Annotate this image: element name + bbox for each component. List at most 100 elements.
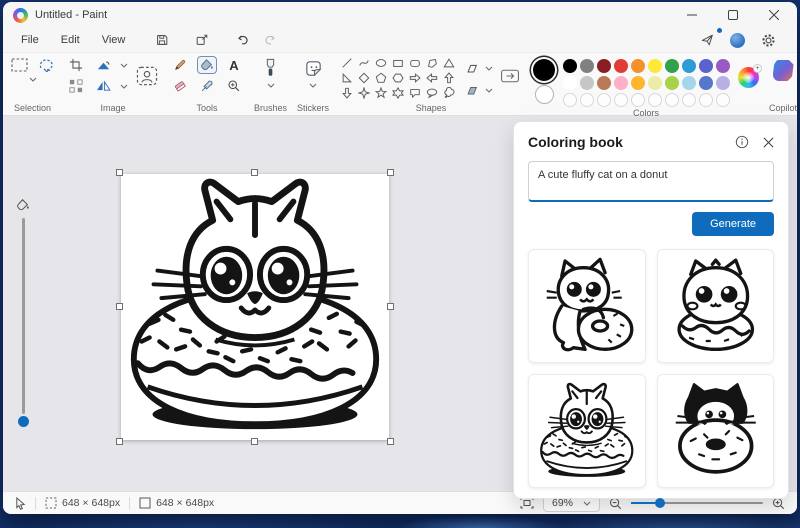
shape-hexagon-icon[interactable] <box>390 71 405 85</box>
color-swatch-empty[interactable] <box>597 93 612 107</box>
save-as-icon[interactable] <box>189 30 215 50</box>
shape-outline-icon[interactable] <box>462 59 482 77</box>
shape-diamond-icon[interactable] <box>356 71 371 85</box>
color-swatch[interactable] <box>665 59 680 73</box>
shape-oval-icon[interactable] <box>373 56 388 70</box>
shape-line-icon[interactable] <box>339 56 354 70</box>
shape-arrow-right-icon[interactable] <box>407 71 422 85</box>
shape-arrow-left-icon[interactable] <box>424 71 439 85</box>
share-icon[interactable] <box>694 28 722 50</box>
selection-handle[interactable] <box>116 438 123 445</box>
slider-handle[interactable] <box>17 416 29 427</box>
eyedropper-tool-icon[interactable] <box>197 77 217 95</box>
color-swatch-empty[interactable] <box>614 93 629 107</box>
shape-fill-chevron[interactable] <box>485 88 493 93</box>
magnifier-tool-icon[interactable] <box>224 77 244 95</box>
color-swatch-empty[interactable] <box>631 93 646 107</box>
color-swatch[interactable] <box>648 76 663 90</box>
color-swatch[interactable] <box>699 59 714 73</box>
color-swatch-empty[interactable] <box>580 93 595 107</box>
flip-icon[interactable] <box>93 77 113 95</box>
color-swatch-empty[interactable] <box>699 93 714 107</box>
shape-star-5-icon[interactable] <box>373 86 388 100</box>
color-swatch-empty[interactable] <box>563 93 578 107</box>
slider-track[interactable] <box>21 218 25 414</box>
zoom-slider-handle[interactable] <box>654 498 665 508</box>
menu-view[interactable]: View <box>92 31 136 49</box>
close-button[interactable] <box>757 4 791 26</box>
undo-icon[interactable] <box>229 30 255 50</box>
color-swatch[interactable] <box>699 76 714 90</box>
stencil-icon[interactable] <box>497 64 523 88</box>
text-tool-icon[interactable]: A <box>224 56 244 74</box>
thumbnail-black-cat-behind-donut[interactable] <box>656 374 774 488</box>
rotate-dropdown-chevron[interactable] <box>120 63 128 68</box>
flip-dropdown-chevron[interactable] <box>120 84 128 89</box>
menu-edit[interactable]: Edit <box>51 31 90 49</box>
panel-close-icon[interactable] <box>763 137 774 148</box>
generate-button[interactable]: Generate <box>692 212 774 236</box>
selection-handle[interactable] <box>251 438 258 445</box>
color-swatch[interactable] <box>716 59 731 73</box>
color-swatch-empty[interactable] <box>716 93 731 107</box>
eraser-tool-icon[interactable] <box>170 77 190 95</box>
selection-handle[interactable] <box>387 303 394 310</box>
color-swatch-empty[interactable] <box>665 93 680 107</box>
shape-pentagon-icon[interactable] <box>373 71 388 85</box>
canvas[interactable] <box>121 174 389 440</box>
selection-handle[interactable] <box>387 169 394 176</box>
shape-callout-oval-icon[interactable] <box>424 86 439 100</box>
color-swatch[interactable] <box>580 76 595 90</box>
shape-rounded-rectangle-icon[interactable] <box>407 56 422 70</box>
color-swatch[interactable] <box>614 76 629 90</box>
selection-handle[interactable] <box>116 169 123 176</box>
color-swatch[interactable] <box>716 76 731 90</box>
color-swatch[interactable] <box>580 59 595 73</box>
color-swatch[interactable] <box>682 59 697 73</box>
color-swatch[interactable] <box>665 76 680 90</box>
prompt-input[interactable]: A cute fluffy cat on a donut <box>528 161 774 202</box>
color-swatch[interactable] <box>563 76 578 90</box>
shape-star-4-icon[interactable] <box>356 86 371 100</box>
shape-outline-chevron[interactable] <box>485 66 493 71</box>
color-swatch[interactable] <box>648 59 663 73</box>
selection-handle[interactable] <box>251 169 258 176</box>
edit-colors-wheel-icon[interactable]: + <box>738 64 763 88</box>
color2-swatch[interactable] <box>534 85 554 104</box>
settings-gear-icon[interactable] <box>755 30 781 50</box>
save-icon[interactable] <box>149 30 175 50</box>
color-swatch-empty[interactable] <box>682 93 697 107</box>
crop-icon[interactable] <box>66 56 86 74</box>
thumbnail-cat-inside-donut[interactable] <box>528 374 646 488</box>
rotate-icon[interactable] <box>93 56 113 74</box>
color-swatch[interactable] <box>597 76 612 90</box>
color-swatch[interactable] <box>614 59 629 73</box>
color-swatch-empty[interactable] <box>648 93 663 107</box>
stickers-dropdown-chevron[interactable] <box>309 83 317 88</box>
shape-triangle-icon[interactable] <box>441 56 456 70</box>
zoom-slider[interactable] <box>631 498 763 508</box>
stickers-icon[interactable] <box>303 56 323 80</box>
menu-file[interactable]: File <box>11 31 49 49</box>
thumbnail-cat-hugging-donut[interactable] <box>528 249 646 363</box>
selection-handle[interactable] <box>387 438 394 445</box>
account-avatar[interactable] <box>730 32 745 48</box>
brushes-dropdown-chevron[interactable] <box>267 83 275 88</box>
shape-callout-rounded-icon[interactable] <box>407 86 422 100</box>
redo-icon[interactable] <box>257 30 283 50</box>
fill-tool-icon[interactable] <box>197 56 217 74</box>
remove-background-icon[interactable] <box>134 63 160 89</box>
shape-polygon-icon[interactable] <box>424 56 439 70</box>
shape-curve-icon[interactable] <box>356 56 371 70</box>
free-form-select-icon[interactable] <box>36 56 56 74</box>
shape-fill-icon[interactable] <box>462 81 482 99</box>
thumbnail-round-cat-on-donut[interactable] <box>656 249 774 363</box>
color-swatch[interactable] <box>597 59 612 73</box>
shape-arrow-up-icon[interactable] <box>441 71 456 85</box>
color-swatch[interactable] <box>631 76 646 90</box>
color-swatch[interactable] <box>682 76 697 90</box>
info-icon[interactable] <box>735 135 749 149</box>
maximize-button[interactable] <box>716 4 750 26</box>
selection-dropdown-chevron[interactable] <box>29 77 37 82</box>
shape-rectangle-icon[interactable] <box>390 56 405 70</box>
